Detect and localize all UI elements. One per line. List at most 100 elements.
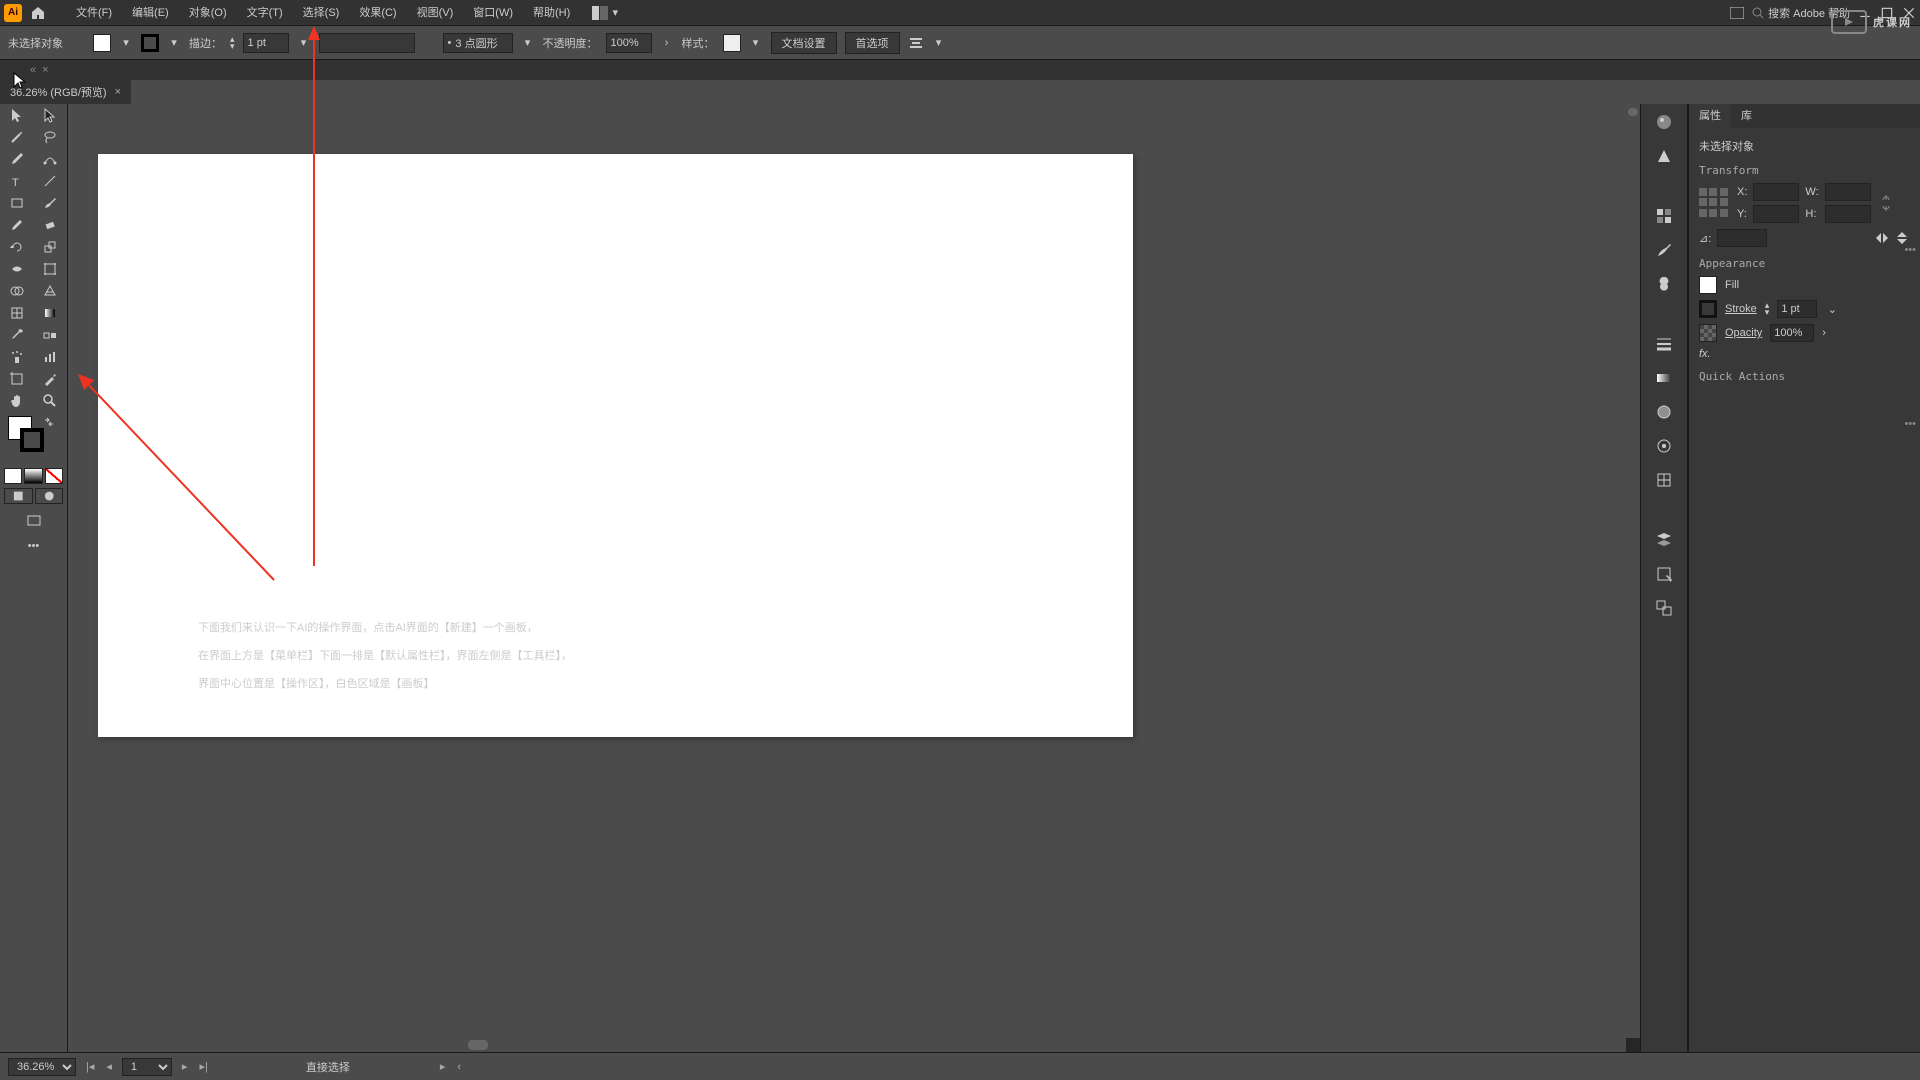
width-tool[interactable] (0, 258, 34, 280)
status-play-icon[interactable]: ▸ (438, 1060, 448, 1073)
artboard-tool[interactable] (0, 368, 34, 390)
gradient-panel-icon[interactable] (1654, 368, 1674, 388)
selection-tool[interactable] (0, 104, 34, 126)
stroke-appear-label[interactable]: Stroke (1725, 303, 1757, 315)
flip-h-icon[interactable] (1874, 231, 1890, 245)
preferences-button[interactable]: 首选项 (845, 32, 900, 54)
fill-stroke-control[interactable] (4, 416, 63, 464)
zoom-tool[interactable] (34, 390, 68, 412)
stroke-dropdown[interactable]: ▾ (167, 36, 181, 50)
appearance-options-icon[interactable]: ••• (1904, 418, 1916, 430)
workspace-dropdown[interactable]: ▾ (608, 6, 622, 20)
type-tool[interactable]: T (0, 170, 34, 192)
menu-help[interactable]: 帮助(H) (523, 0, 580, 26)
free-transform-tool[interactable] (34, 258, 68, 280)
eyedropper-tool[interactable] (0, 324, 34, 346)
line-tool[interactable] (34, 170, 68, 192)
none-mode-icon[interactable] (45, 468, 63, 484)
pen-tool[interactable] (0, 148, 34, 170)
fill-dropdown[interactable]: ▾ (119, 36, 133, 50)
artboard-first-icon[interactable]: |◂ (84, 1060, 96, 1073)
style-swatch[interactable] (723, 34, 741, 52)
rotate-tool[interactable] (0, 236, 34, 258)
menu-select[interactable]: 选择(S) (293, 0, 350, 26)
swap-fill-stroke-icon[interactable] (43, 416, 55, 428)
swatches-panel-icon[interactable] (1654, 206, 1674, 226)
menu-edit[interactable]: 编辑(E) (122, 0, 179, 26)
opacity-appear-label[interactable]: Opacity (1725, 327, 1762, 339)
fx-label[interactable]: fx. (1699, 348, 1711, 360)
hand-tool[interactable] (0, 390, 34, 412)
gradient-tool[interactable] (34, 302, 68, 324)
graph-tool[interactable] (34, 346, 68, 368)
perspective-tool[interactable] (34, 280, 68, 302)
mesh-tool[interactable] (0, 302, 34, 324)
align-icon[interactable] (908, 35, 924, 51)
zoom-select[interactable]: 36.26% (8, 1058, 76, 1076)
y-input[interactable] (1753, 205, 1799, 223)
color-mode-icon[interactable] (4, 468, 22, 484)
stroke-swatch[interactable] (141, 34, 159, 52)
menu-view[interactable]: 视图(V) (407, 0, 464, 26)
artboard-prev-icon[interactable]: ◂ (104, 1060, 114, 1073)
shape-builder-tool[interactable] (0, 280, 34, 302)
reference-point-icon[interactable] (1699, 188, 1729, 218)
menu-effect[interactable]: 效果(C) (349, 0, 406, 26)
status-left-icon[interactable]: ‹ (455, 1061, 463, 1073)
menu-file[interactable]: 文件(F) (66, 0, 122, 26)
opacity-dropdown[interactable]: › (660, 36, 674, 50)
eraser-tool[interactable] (34, 214, 68, 236)
gradient-mode-icon[interactable] (24, 468, 42, 484)
asset-export-icon[interactable] (1654, 564, 1674, 584)
symbols-panel-icon[interactable] (1654, 274, 1674, 294)
horizontal-scrollbar[interactable] (68, 1038, 1626, 1052)
w-input[interactable] (1825, 183, 1871, 201)
opacity-arrow-icon[interactable]: › (1822, 327, 1826, 339)
magic-wand-tool[interactable] (0, 126, 34, 148)
menu-type[interactable]: 文字(T) (237, 0, 293, 26)
color-panel-icon[interactable] (1654, 112, 1674, 132)
blend-tool[interactable] (34, 324, 68, 346)
slice-tool[interactable] (34, 368, 68, 390)
x-input[interactable] (1753, 183, 1799, 201)
align-dropdown[interactable]: ▾ (932, 36, 946, 50)
doc-setup-button[interactable]: 文档设置 (771, 32, 837, 54)
stroke-box[interactable] (20, 428, 44, 452)
stroke-stepper[interactable]: ▴▾ (1765, 302, 1770, 316)
tab-expand-icon[interactable]: « (30, 64, 36, 76)
menu-object[interactable]: 对象(O) (179, 0, 237, 26)
workspace-switcher-icon[interactable] (592, 6, 608, 20)
tab-properties[interactable]: 属性 (1689, 104, 1731, 128)
draw-behind-icon[interactable] (35, 488, 64, 504)
vertical-scrollbar[interactable] (1626, 104, 1640, 1038)
canvas-viewport[interactable] (68, 104, 1626, 1038)
artboards-panel-icon[interactable] (1654, 598, 1674, 618)
stroke-weight-dropdown[interactable]: ▾ (297, 36, 311, 50)
tab-close-button[interactable]: × (115, 86, 121, 98)
artboard[interactable] (98, 154, 1133, 737)
rectangle-tool[interactable] (0, 192, 34, 214)
shaper-tool[interactable] (0, 214, 34, 236)
appearance-panel-icon[interactable] (1654, 436, 1674, 456)
opacity-input[interactable] (606, 33, 652, 53)
stroke-weight-input[interactable] (243, 33, 289, 53)
artboard-select[interactable]: 1 (122, 1058, 172, 1076)
draw-normal-icon[interactable] (4, 488, 33, 504)
stroke-color-swatch[interactable] (1699, 300, 1717, 318)
arrange-docs-icon[interactable] (1730, 7, 1744, 19)
artboard-last-icon[interactable]: ▸| (197, 1060, 209, 1073)
brushes-panel-icon[interactable] (1654, 240, 1674, 260)
paintbrush-tool[interactable] (34, 192, 68, 214)
lasso-tool[interactable] (34, 126, 68, 148)
symbol-sprayer-tool[interactable] (0, 346, 34, 368)
variable-width-profile[interactable] (319, 33, 415, 53)
edit-toolbar-icon[interactable]: ••• (0, 534, 67, 558)
angle-input[interactable] (1717, 229, 1767, 247)
link-wh-icon[interactable] (1879, 193, 1893, 213)
opacity-swatch[interactable] (1699, 324, 1717, 342)
color-guide-icon[interactable] (1654, 146, 1674, 166)
scale-tool[interactable] (34, 236, 68, 258)
artboard-next-icon[interactable]: ▸ (180, 1060, 190, 1073)
menu-window[interactable]: 窗口(W) (463, 0, 523, 26)
stroke-panel-icon[interactable] (1654, 334, 1674, 354)
